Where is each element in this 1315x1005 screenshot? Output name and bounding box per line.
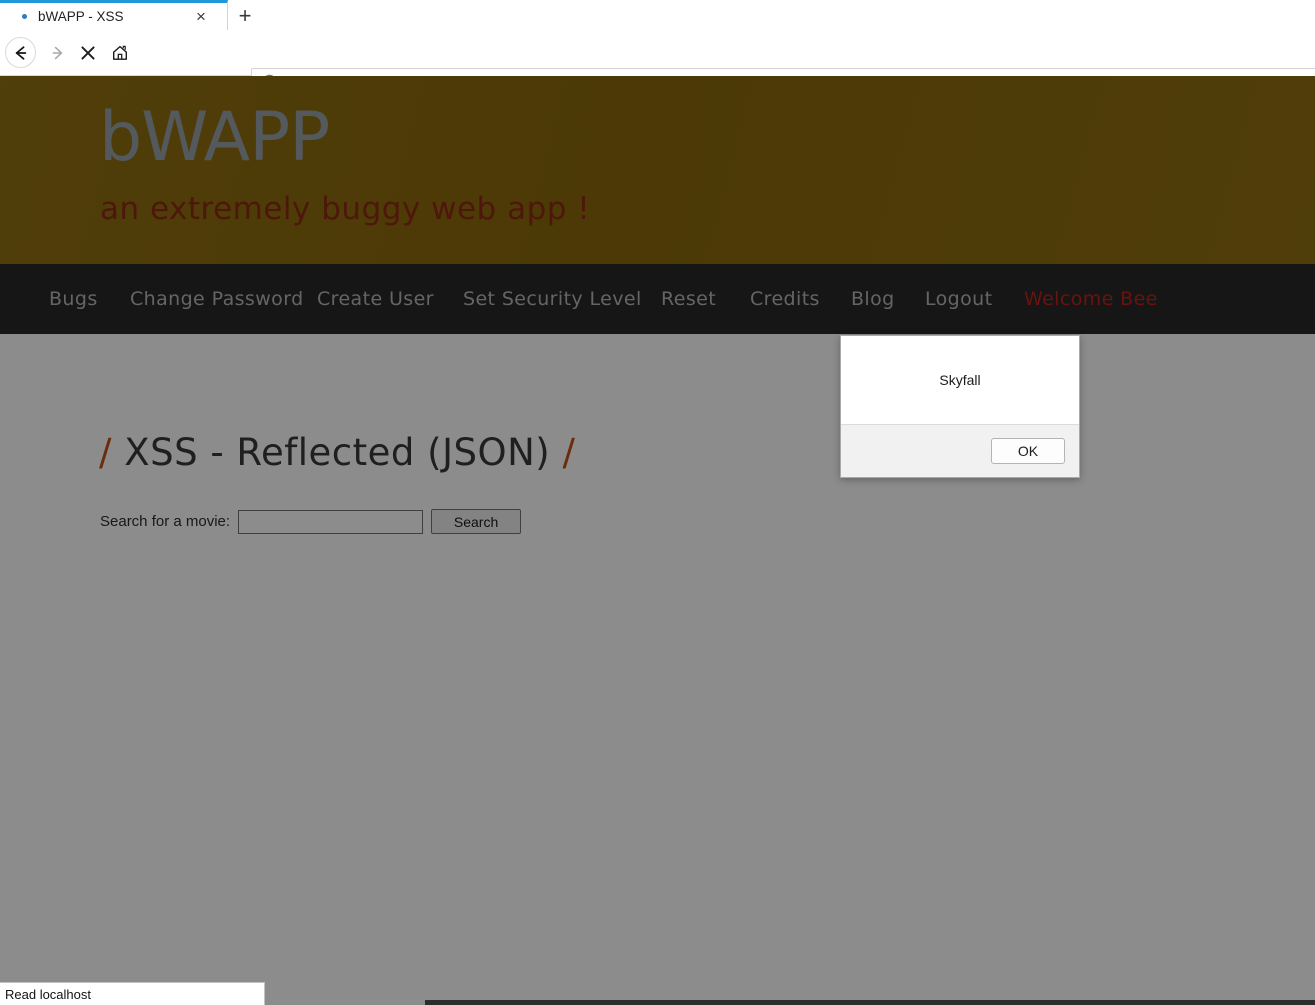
title-slash-right: / <box>562 431 576 474</box>
nav-item-change-password[interactable]: Change Password <box>130 288 304 310</box>
browser-window: bWAPP - XSS × + bWAPP an extremely buggy… <box>0 0 1315 1005</box>
nav-item-logout[interactable]: Logout <box>925 288 992 310</box>
nav-item-credits[interactable]: Credits <box>750 288 820 310</box>
dialog-ok-button[interactable]: OK <box>991 438 1065 464</box>
site-tagline: an extremely buggy web app ! <box>100 191 591 227</box>
status-bubble: Read localhost <box>0 982 265 1005</box>
browser-toolbar: localhost/bWAPP/bWAPP/xss_json.php?title… <box>0 30 1315 95</box>
tab-title: bWAPP - XSS <box>38 9 124 24</box>
blue-dot-favicon-icon <box>16 9 32 25</box>
dialog-body: Skyfall <box>841 336 1079 425</box>
nav-item-welcome-bee[interactable]: Welcome Bee <box>1024 288 1158 310</box>
page-title: / XSS - Reflected (JSON) / <box>99 434 575 471</box>
movie-search-form: Search for a movie: Search <box>100 509 522 534</box>
dialog-footer: OK <box>841 425 1079 477</box>
page-title-text: XSS - Reflected (JSON) <box>124 431 551 474</box>
new-tab-button[interactable]: + <box>229 1 261 30</box>
nav-item-blog[interactable]: Blog <box>851 288 895 310</box>
nav-item-set-security-level[interactable]: Set Security Level <box>463 288 642 310</box>
nav-item-reset[interactable]: Reset <box>661 288 716 310</box>
status-bubble-text: Read localhost <box>5 986 91 1002</box>
dialog-message: Skyfall <box>939 372 981 388</box>
javascript-alert-dialog: Skyfall OK <box>840 335 1080 478</box>
home-icon[interactable] <box>104 37 136 69</box>
page-content: / XSS - Reflected (JSON) / Search for a … <box>0 334 1315 1005</box>
tab-strip: bWAPP - XSS × + <box>0 0 1315 31</box>
page-viewport: bWAPP an extremely buggy web app ! Bugs C… <box>0 76 1315 1005</box>
stop-icon[interactable] <box>72 37 104 69</box>
nav-item-bugs[interactable]: Bugs <box>49 288 98 310</box>
horizontal-scrollbar[interactable] <box>425 1000 1315 1005</box>
search-label: Search for a movie: <box>100 513 231 530</box>
browser-tab-bwapp-xss[interactable]: bWAPP - XSS × <box>0 0 228 30</box>
site-header: bWAPP an extremely buggy web app ! <box>0 76 1315 264</box>
site-logo: bWAPP <box>99 98 330 177</box>
title-slash-left: / <box>99 431 112 474</box>
back-arrow-icon[interactable] <box>5 37 37 69</box>
close-icon[interactable]: × <box>192 8 210 26</box>
nav-item-create-user[interactable]: Create User <box>317 288 434 310</box>
bwapp-page: bWAPP an extremely buggy web app ! Bugs C… <box>0 76 1315 1005</box>
site-nav: Bugs Change Password Create User Set Securi… <box>0 264 1315 334</box>
search-input[interactable] <box>238 509 424 534</box>
forward-arrow-icon <box>42 37 74 69</box>
search-button[interactable]: Search <box>431 509 522 534</box>
